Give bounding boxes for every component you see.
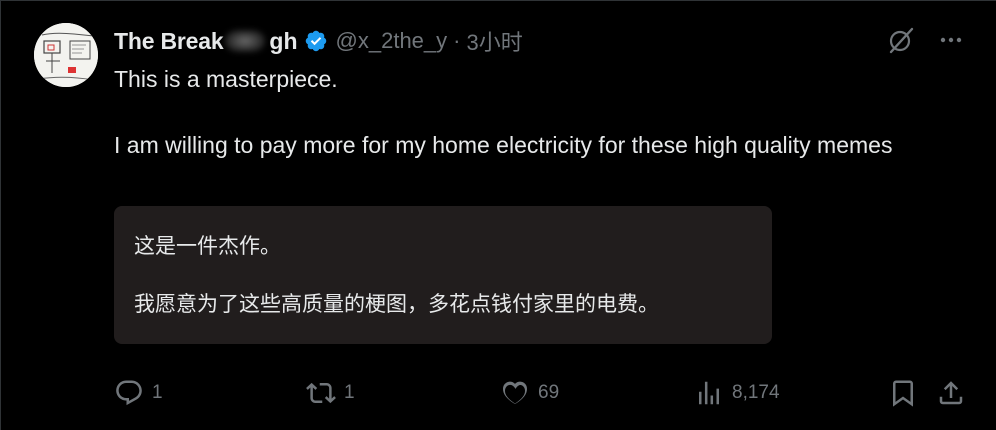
like-button[interactable]: 69 — [500, 375, 559, 411]
user-handle[interactable]: @x_2the_y — [336, 28, 448, 54]
share-icon — [939, 381, 963, 405]
action-bar: 1 1 69 8,174 — [114, 375, 969, 411]
views-chart-icon — [699, 381, 719, 405]
reply-icon — [116, 380, 142, 406]
tweet-text-line-1: This is a masterpiece. — [114, 66, 338, 92]
bookmark-button[interactable] — [888, 375, 918, 411]
tweet-text-line-2: I am willing to pay more for my home ele… — [114, 132, 893, 158]
views-button[interactable]: 8,174 — [694, 375, 780, 411]
tweet-header: The Break gh @x_2the_y · 3小时 — [114, 25, 523, 57]
views-count: 8,174 — [732, 382, 780, 403]
translation-line-1: 这是一件杰作。 — [134, 234, 281, 258]
post-time[interactable]: 3小时 — [466, 25, 522, 57]
reply-count: 1 — [152, 382, 163, 403]
avatar[interactable] — [34, 23, 98, 87]
heart-icon — [502, 381, 528, 405]
grok-icon — [889, 27, 914, 54]
reply-button[interactable]: 1 — [114, 375, 163, 411]
translation-line-2: 我愿意为了这些高质量的梗图，多花点钱付家里的电费。 — [134, 292, 659, 316]
verified-badge-icon — [305, 30, 326, 52]
more-icon — [940, 37, 962, 43]
name-blur-mask — [225, 30, 266, 52]
retweet-count: 1 — [344, 382, 355, 403]
tweet[interactable]: The Break gh @x_2the_y · 3小时 This is a m… — [0, 0, 996, 430]
bookmark-icon — [893, 380, 913, 407]
share-button[interactable] — [936, 375, 966, 411]
retweet-button[interactable]: 1 — [306, 375, 355, 411]
translation-box: 这是一件杰作。 我愿意为了这些高质量的梗图，多花点钱付家里的电费。 — [114, 206, 772, 344]
display-name[interactable]: The Break — [114, 28, 224, 55]
tweet-text: This is a masterpiece. I am willing to p… — [114, 63, 914, 162]
separator-dot: · — [453, 28, 461, 53]
top-actions — [886, 25, 966, 55]
grok-button[interactable] — [886, 25, 916, 55]
avatar-sketch-icon — [34, 23, 98, 87]
retweet-icon — [306, 382, 336, 404]
like-count: 69 — [538, 382, 560, 403]
more-button[interactable] — [936, 25, 966, 55]
display-name-tail[interactable]: gh — [269, 28, 297, 55]
